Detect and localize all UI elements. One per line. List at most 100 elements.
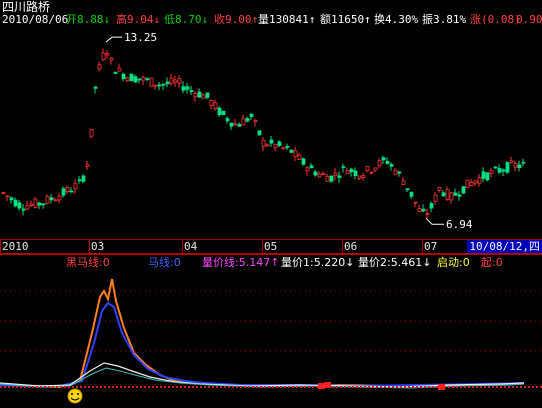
candle [205,92,210,100]
candle [41,203,46,209]
candle [277,140,282,148]
baseline-dot [524,386,526,388]
candle [453,188,458,196]
candle [509,156,514,164]
baseline-dot [292,386,294,388]
candle [57,192,62,204]
baseline-dot [288,386,290,388]
candle [333,168,338,181]
date-tick [182,239,183,253]
candle [109,56,114,65]
candle [21,204,26,216]
candle [1,191,6,195]
candle [89,128,94,139]
baseline-dot [448,386,450,388]
baseline-dot [348,386,350,388]
baseline-dot [516,386,518,388]
baseline-dot [12,386,14,388]
candle [517,160,522,172]
candle [481,167,486,182]
date-tick [342,239,343,253]
candle [353,167,358,180]
candle [49,193,54,204]
baseline-dot [496,386,498,388]
low-marker-line [425,217,444,225]
signal-marker [318,383,325,389]
candle [181,81,186,94]
candle [361,173,366,181]
candle [149,77,154,87]
current-date-readout: 10/08/12,四 [467,240,542,254]
candle [237,122,242,127]
baseline-dot [172,386,174,388]
baseline-dot [16,386,18,388]
candle [197,88,202,99]
baseline-dot [236,386,238,388]
candle [417,204,422,212]
candle [413,201,418,208]
candle [337,171,342,183]
candle [397,170,402,177]
baseline-dot [268,386,270,388]
baseline-dot [168,386,170,388]
blue-series-line [0,301,525,388]
candle [201,93,206,99]
baseline-dot [420,386,422,388]
quote-field: 涨(0.08) [470,13,521,26]
baseline-dot [356,386,358,388]
candle [349,167,354,177]
date-label: 04 [184,240,198,253]
candlestick-chart[interactable]: 13.25 6.94 [0,26,542,239]
candle [345,167,350,175]
baseline-dot [60,386,62,388]
baseline-dot [312,386,314,388]
baseline-dot [4,386,6,388]
candle [377,158,382,169]
baseline-dot [120,386,122,388]
candle [61,186,66,198]
candle [489,167,494,178]
candle [117,63,122,72]
legend-item: 马线:0 [148,256,181,269]
baseline-dot [228,386,230,388]
candle [165,77,170,88]
quote-field: 振3.81% [422,13,467,26]
candle [5,195,10,202]
baseline-dot [64,386,66,388]
baseline-dot [532,386,534,388]
baseline-dot [108,386,110,388]
quote-field: 高9.04↓ [116,13,161,26]
baseline-dot [244,386,246,388]
candle [293,146,298,162]
baseline-dot [452,386,454,388]
candle [9,196,14,204]
candle [173,75,178,87]
candle [45,194,50,205]
baseline-dot [212,386,214,388]
baseline-dot [504,386,506,388]
candle [141,75,146,85]
baseline-dot [232,386,234,388]
candle [125,76,130,83]
candle [257,130,262,136]
candle [77,175,82,184]
candle [477,174,482,187]
candle [501,168,506,177]
candle [297,152,302,160]
baseline-dot [400,386,402,388]
signal-marker [324,382,331,388]
indicator-chart[interactable] [0,273,542,408]
baseline-dot [276,386,278,388]
date-label: 03 [91,240,105,253]
baseline-dot [184,386,186,388]
baseline-dot [112,386,114,388]
baseline-dot [132,386,134,388]
candle [225,116,230,124]
candle [457,191,462,201]
baseline-dot [332,386,334,388]
baseline-dot [136,386,138,388]
candle [105,50,110,59]
candle [229,122,234,131]
candle [265,143,270,147]
baseline-dot [44,386,46,388]
